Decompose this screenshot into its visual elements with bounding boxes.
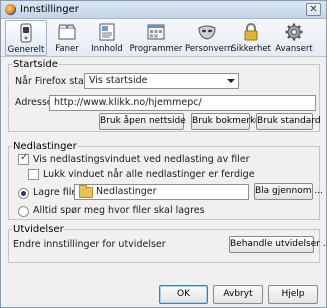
always-ask-label: Alltid spør meg hvor filer skal lagres <box>33 205 205 216</box>
close-when-done-checkbox[interactable] <box>28 169 39 180</box>
cancel-button[interactable]: Avbryt <box>213 285 263 304</box>
ok-button[interactable]: OK <box>159 285 208 304</box>
tab-privacy-label: Personvern <box>185 44 233 54</box>
when-firefox-starts-value: Vis startside <box>89 75 148 86</box>
use-bookmark-button[interactable]: Bruk bokmerke <box>191 113 261 130</box>
tab-security-label: Sikkerhet <box>231 44 271 54</box>
general-switch-icon <box>20 23 32 43</box>
save-to-radio[interactable] <box>18 188 29 199</box>
addons-section-title: Utvidelser <box>12 224 65 235</box>
tab-content-label: Innhold <box>91 44 123 54</box>
title-bar: Innstillinger ✕ <box>1 1 326 19</box>
manage-addons-button[interactable]: Behandle utvidelser ... <box>229 236 327 253</box>
use-default-button[interactable]: Bruk standard <box>256 113 321 130</box>
close-window-button[interactable]: ✕ <box>306 3 321 16</box>
tab-advanced[interactable]: Avansert <box>273 20 315 56</box>
show-downloads-checkbox[interactable] <box>18 152 29 165</box>
advanced-gear-icon <box>285 23 303 41</box>
tab-content[interactable]: Innhold <box>87 20 127 56</box>
browse-button[interactable]: Bla gjennom ... <box>254 183 323 200</box>
always-ask-radio[interactable] <box>18 206 29 217</box>
tab-advanced-label: Avansert <box>275 44 313 54</box>
tab-privacy[interactable]: Personvern <box>185 20 233 56</box>
download-folder-field: Nedlastinger <box>74 184 249 200</box>
home-address-input[interactable]: http://www.klikk.no/hjemmepc/ <box>49 95 316 111</box>
window-title: Innstillinger <box>20 4 79 15</box>
privacy-mask-icon <box>198 25 216 40</box>
applications-icon <box>147 24 165 40</box>
download-folder-name: Nedlastinger <box>96 186 157 197</box>
tab-security[interactable]: Sikkerhet <box>231 20 271 56</box>
help-button[interactable]: Hjelp <box>268 285 318 304</box>
addons-description: Endre innstillinger for utvidelser <box>13 239 166 250</box>
when-firefox-starts-select[interactable]: Vis startside <box>84 73 239 89</box>
use-current-page-button[interactable]: Bruk åpen nettside <box>99 113 186 130</box>
tab-general[interactable]: Generelt <box>5 20 47 56</box>
tab-applications[interactable]: Programmer <box>129 20 183 56</box>
chevron-down-icon <box>227 79 235 83</box>
preferences-toolbar: Generelt Faner Innhold Programmer Person… <box>1 19 326 57</box>
security-lock-icon <box>244 23 258 41</box>
tab-tabs-label: Faner <box>55 44 79 54</box>
preferences-window: Innstillinger ✕ Generelt Faner Innhold P… <box>0 0 327 308</box>
firefox-logo-icon <box>5 4 16 15</box>
close-when-done-label: Lukk vinduet når alle nedlastinger er fe… <box>43 169 255 180</box>
show-downloads-label: Vis nedlastingsvinduet ved nedlasting av… <box>33 154 250 165</box>
tab-applications-label: Programmer <box>129 44 183 54</box>
tabs-icon <box>58 24 76 40</box>
tab-general-label: Generelt <box>7 45 45 55</box>
content-icon <box>99 23 115 41</box>
downloads-section-title: Nedlastinger <box>12 141 78 152</box>
folder-icon <box>79 185 93 198</box>
tab-tabs[interactable]: Faner <box>49 20 85 56</box>
startup-section-title: Startside <box>12 59 59 70</box>
